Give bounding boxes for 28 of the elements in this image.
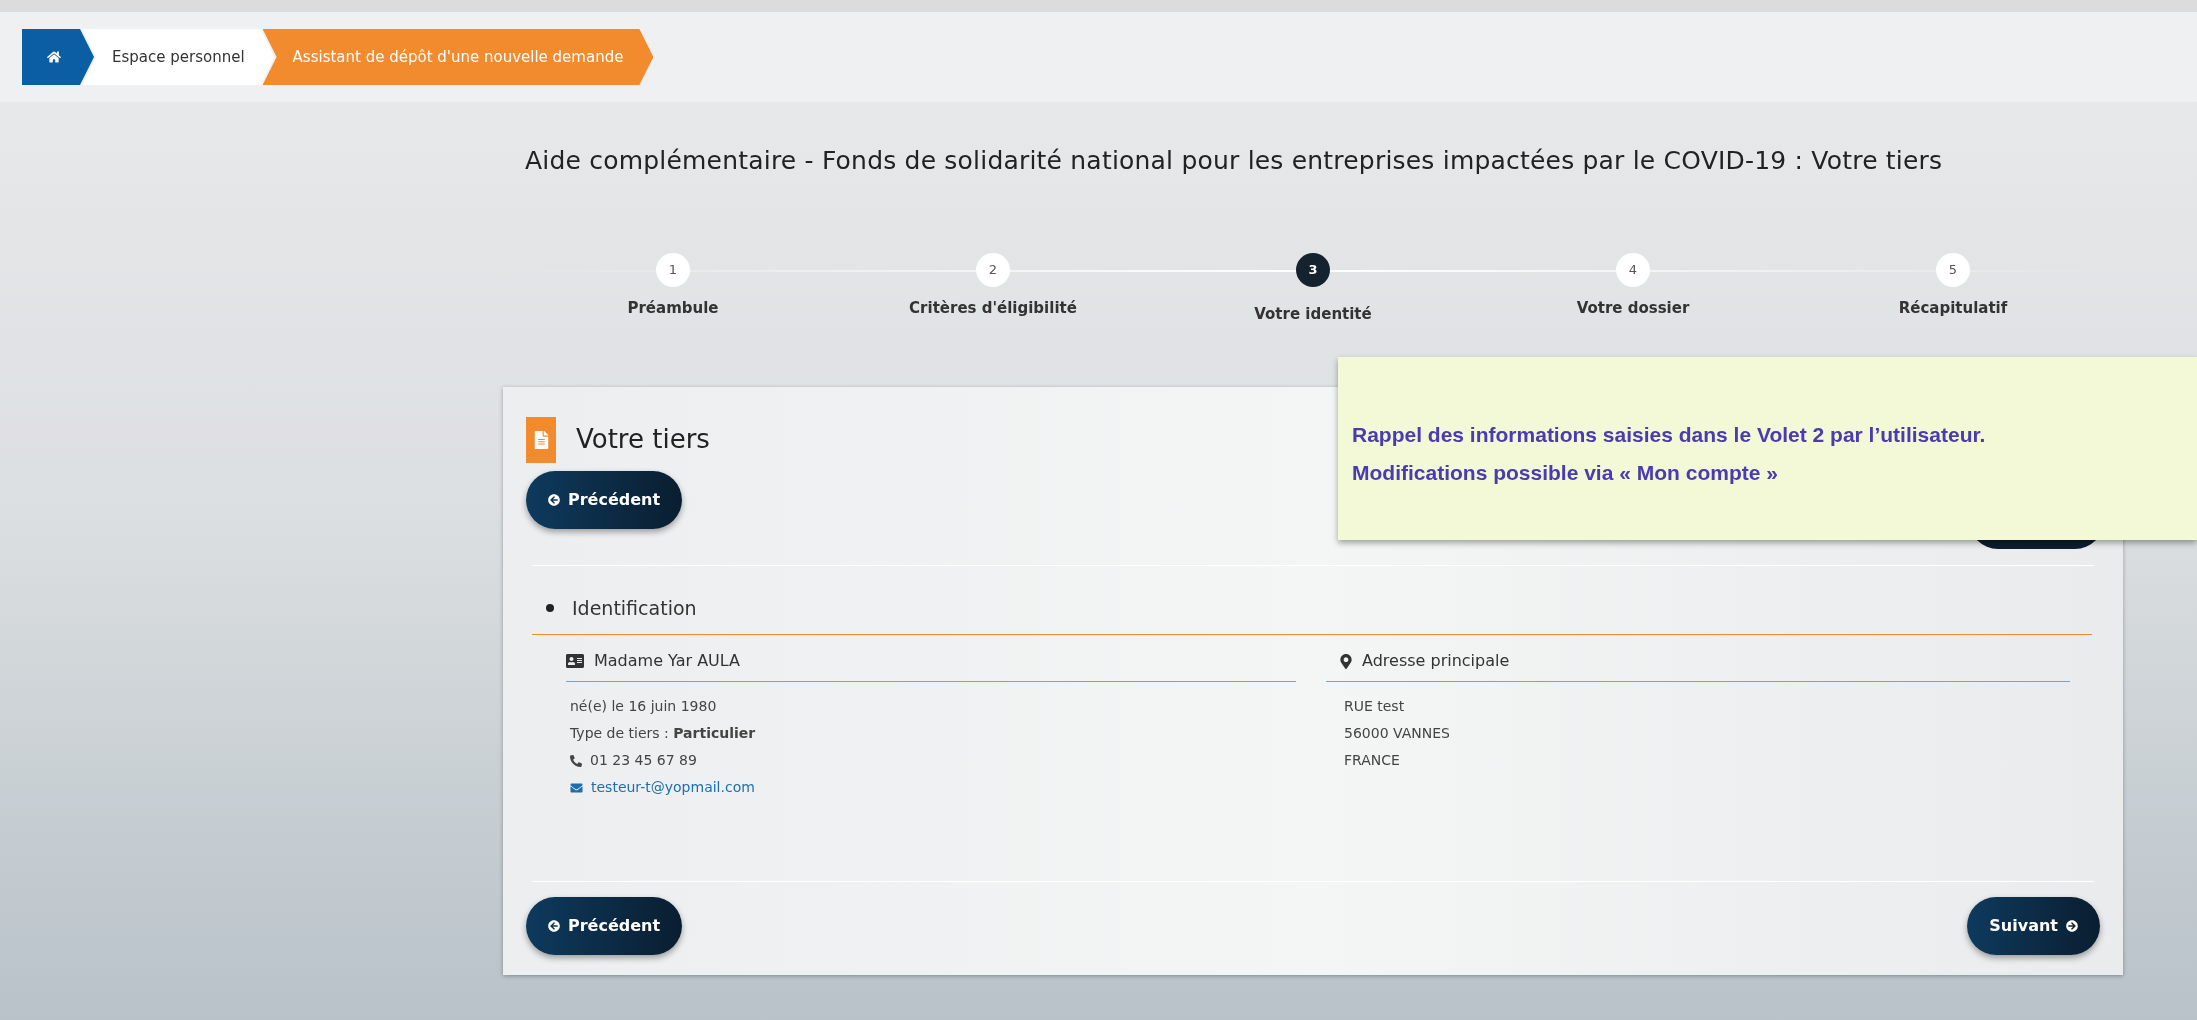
person-name: Madame Yar AULA (594, 650, 740, 672)
person-detail: Type de tiers : Particulier (570, 724, 757, 743)
step-label: Critères d'éligibilité (909, 297, 1077, 319)
step-number: 5 (1936, 252, 1970, 287)
card-title: Votre tiers (576, 423, 710, 456)
step-number: 3 (1296, 252, 1330, 287)
step-label: Préambule (627, 297, 719, 319)
address-line: FRANCE (1344, 751, 1401, 770)
next-button[interactable]: Suivant (1967, 896, 2100, 955)
step-label: Votre dossier (1576, 297, 1690, 319)
email-link[interactable]: testeur-t@yopmail.com (591, 777, 755, 798)
previous-button[interactable]: Précédent (526, 896, 683, 955)
address-heading: Adresse principale (1362, 650, 1510, 672)
section-title: Identification (572, 595, 697, 621)
page-title: Aide complémentaire - Fonds de solidarité national pour les entreprises impactées par le COVID-19 : Votre tiers (525, 145, 1944, 177)
step-label: Récapitulatif (1898, 297, 2008, 319)
note-text: Rappel des informations saisies dans le Volet 2 par l’utilisateur. (1352, 422, 1987, 448)
address-line: RUE test (1344, 697, 1406, 716)
previous-button[interactable]: Précédent (526, 470, 683, 529)
person-detail: né(e) le 16 juin 1980 (570, 697, 718, 716)
step-number: 1 (656, 252, 690, 287)
step-label: Votre identité (1254, 303, 1372, 325)
phone-number: 01 23 45 67 89 (590, 751, 697, 770)
breadcrumb-link[interactable]: Espace personnel (82, 29, 275, 85)
address-line: 56000 VANNES (1344, 724, 1451, 743)
step-number: 4 (1616, 252, 1650, 287)
step-number: 2 (976, 252, 1010, 287)
note-text: Modifications possible via « Mon compte » (1352, 459, 1779, 486)
